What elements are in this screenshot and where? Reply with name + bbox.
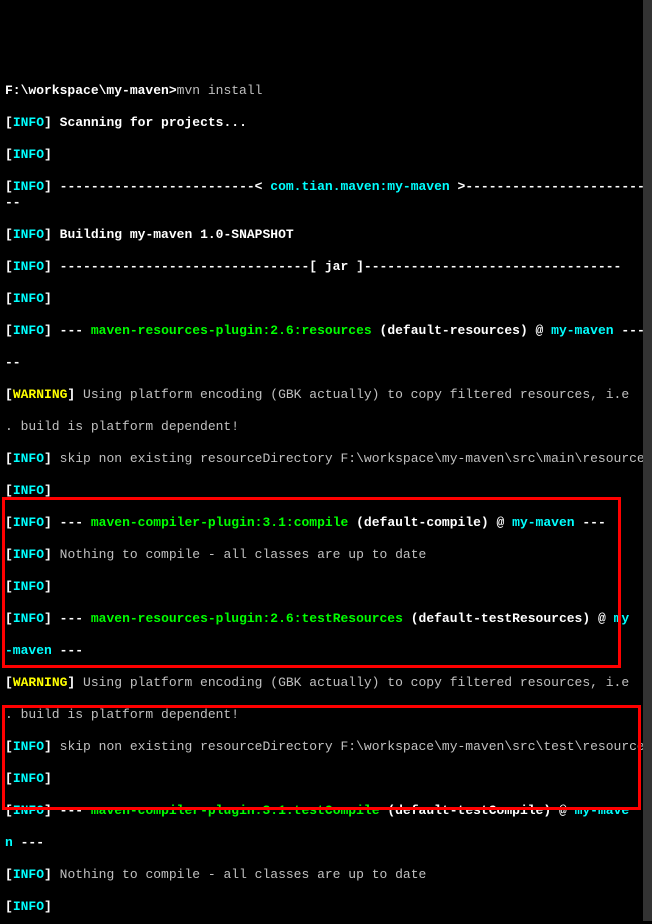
info-tag: INFO <box>13 899 44 914</box>
terminal-output[interactable]: F:\workspace\my-maven>mvn install [INFO]… <box>5 67 652 924</box>
info-tag: INFO <box>13 803 44 818</box>
info-tag: INFO <box>13 483 44 498</box>
info-tag: INFO <box>13 739 44 754</box>
info-tag: INFO <box>13 547 44 562</box>
info-tag: INFO <box>13 515 44 530</box>
info-tag: INFO <box>13 451 44 466</box>
info-tag: INFO <box>13 259 44 274</box>
info-tag: INFO <box>13 611 44 626</box>
plugin-name: maven-resources-plugin:2.6:resources <box>91 323 372 338</box>
info-tag: INFO <box>13 291 44 306</box>
vertical-scrollbar[interactable] <box>643 0 652 921</box>
info-tag: INFO <box>13 867 44 882</box>
plugin-name: maven-compiler-plugin:3.1:testCompile <box>91 803 380 818</box>
warning-tag: WARNING <box>13 675 68 690</box>
info-tag: INFO <box>13 323 44 338</box>
info-tag: INFO <box>13 147 44 162</box>
info-tag: INFO <box>13 115 44 130</box>
plugin-name: maven-compiler-plugin:3.1:compile <box>91 515 348 530</box>
info-tag: INFO <box>13 179 44 194</box>
info-tag: INFO <box>13 579 44 594</box>
plugin-name: maven-resources-plugin:2.6:testResources <box>91 611 403 626</box>
warning-tag: WARNING <box>13 387 68 402</box>
info-tag: INFO <box>13 227 44 242</box>
info-tag: INFO <box>13 771 44 786</box>
prompt: F:\workspace\my-maven> <box>5 83 177 98</box>
